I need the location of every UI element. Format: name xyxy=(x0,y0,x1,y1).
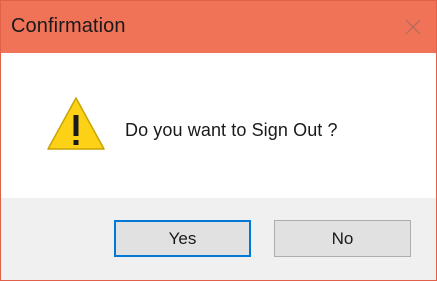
no-button[interactable]: No xyxy=(274,220,411,257)
dialog-title: Confirmation xyxy=(11,15,126,37)
title-bar[interactable]: Confirmation xyxy=(1,1,436,53)
button-bar: Yes No xyxy=(1,198,436,280)
warning-icon xyxy=(47,97,105,150)
close-icon xyxy=(405,19,421,35)
confirmation-dialog: Confirmation Do you want to Sign Out ? Y… xyxy=(0,0,437,281)
dialog-content: Do you want to Sign Out ? xyxy=(1,53,436,198)
confirmation-message: Do you want to Sign Out ? xyxy=(125,120,338,140)
yes-button[interactable]: Yes xyxy=(114,220,251,257)
close-button[interactable] xyxy=(390,1,436,53)
